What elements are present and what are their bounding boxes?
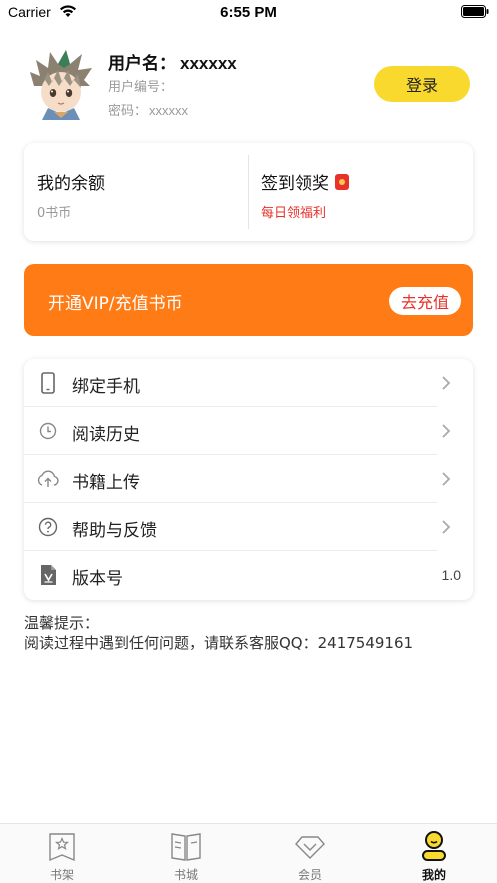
chevron-right-icon bbox=[442, 376, 451, 390]
tab-label: 书架 bbox=[49, 868, 74, 882]
balance-card: 我的余额 0书币 签到领奖 每日领福利 bbox=[24, 143, 473, 241]
menu-item-label: 版本号 bbox=[72, 569, 123, 589]
balance-value: 0书币 bbox=[37, 206, 72, 221]
menu-item-label: 帮助与反馈 bbox=[72, 521, 157, 541]
tab-bookstore[interactable]: 书城 bbox=[124, 824, 248, 883]
recharge-button[interactable]: 去充值 bbox=[389, 287, 461, 315]
cloud-upload-icon bbox=[37, 470, 59, 487]
balance-title: 我的余额 bbox=[37, 174, 105, 194]
status-bar: Carrier 6:55 PM bbox=[0, 0, 497, 26]
username-label: 用户名： bbox=[108, 54, 176, 74]
menu-item-book-upload[interactable]: 书籍上传 bbox=[24, 455, 473, 503]
chevron-right-icon bbox=[442, 472, 451, 486]
vip-text: 开通VIP/充值书币 bbox=[48, 294, 183, 314]
profile-icon bbox=[422, 831, 446, 861]
battery-icon bbox=[461, 5, 489, 18]
bookstore-icon bbox=[171, 833, 201, 861]
settings-menu: 绑定手机 阅读历史 书籍上传 帮助与反馈 版本号 1.0 bbox=[24, 359, 473, 600]
chevron-right-icon bbox=[442, 424, 451, 438]
userid-label: 用户编号： bbox=[108, 80, 174, 95]
signin-subtitle: 每日领福利 bbox=[261, 206, 327, 221]
menu-item-label: 阅读历史 bbox=[72, 425, 140, 445]
menu-item-label: 书籍上传 bbox=[72, 473, 140, 493]
tab-bookshelf[interactable]: 书架 bbox=[0, 824, 124, 883]
menu-item-reading-history[interactable]: 阅读历史 bbox=[24, 407, 473, 455]
username-row: 用户名： xxxxxx bbox=[108, 49, 237, 74]
password-value: xxxxxx bbox=[149, 103, 189, 118]
password-row: 密码： xxxxxx bbox=[108, 100, 188, 119]
login-button[interactable]: 登录 bbox=[374, 66, 470, 102]
vip-banner[interactable]: 开通VIP/充值书币 去充值 bbox=[24, 264, 473, 336]
avatar[interactable] bbox=[28, 46, 94, 120]
menu-item-version: 版本号 1.0 bbox=[24, 551, 473, 599]
help-icon bbox=[38, 517, 58, 537]
red-packet-icon bbox=[335, 173, 349, 190]
tab-label: 会员 bbox=[297, 868, 322, 882]
tab-label: 我的 bbox=[421, 868, 446, 882]
clock-icon bbox=[39, 422, 57, 440]
version-value: 1.0 bbox=[441, 567, 461, 583]
username-value: xxxxxx bbox=[180, 54, 237, 73]
divider bbox=[248, 155, 249, 229]
bookshelf-icon bbox=[49, 833, 75, 862]
menu-item-label: 绑定手机 bbox=[72, 377, 140, 397]
tab-mine[interactable]: 我的 bbox=[372, 824, 496, 883]
member-icon bbox=[295, 836, 325, 859]
tab-member[interactable]: 会员 bbox=[248, 824, 372, 883]
tips-title: 温馨提示： bbox=[24, 614, 100, 632]
status-time: 6:55 PM bbox=[220, 4, 277, 21]
password-label: 密码： bbox=[108, 104, 148, 119]
phone-icon bbox=[41, 372, 55, 394]
my-balance[interactable]: 我的余额 0书币 bbox=[37, 169, 105, 221]
chevron-right-icon bbox=[442, 520, 451, 534]
tab-bar: 书架 书城 会员 我的 bbox=[0, 823, 497, 883]
menu-item-help-feedback[interactable]: 帮助与反馈 bbox=[24, 503, 473, 551]
tips-body: 阅读过程中遇到任何问题，请联系客服QQ：2417549161 bbox=[24, 634, 414, 652]
menu-item-bind-phone[interactable]: 绑定手机 bbox=[24, 359, 473, 407]
signin-title: 签到领奖 bbox=[261, 174, 329, 194]
tab-label: 书城 bbox=[173, 868, 198, 882]
version-icon bbox=[41, 565, 56, 585]
sign-in-reward[interactable]: 签到领奖 每日领福利 bbox=[261, 169, 349, 221]
